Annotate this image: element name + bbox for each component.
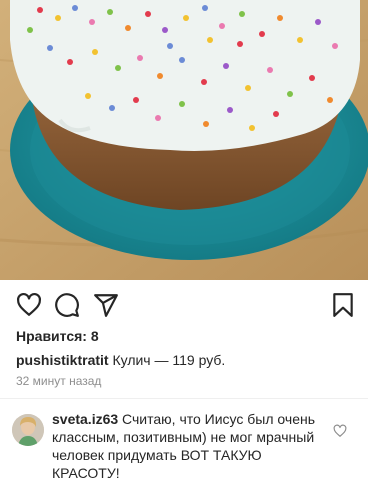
comment-icon[interactable] xyxy=(54,292,80,318)
post-caption: pushistiktratit Кулич — 119 руб. xyxy=(16,351,361,369)
cake-photo xyxy=(0,0,368,280)
share-icon[interactable] xyxy=(93,292,119,318)
comment-text-block: sveta.iz63 Считаю, что Иисус был очень к… xyxy=(52,410,332,482)
post-image[interactable] xyxy=(0,0,368,280)
heart-icon[interactable] xyxy=(16,292,42,318)
avatar[interactable] xyxy=(12,414,44,446)
divider xyxy=(0,398,368,399)
post-timestamp: 32 минут назад xyxy=(16,374,102,388)
comment-heart-icon[interactable] xyxy=(333,424,347,438)
caption-text: Кулич — 119 руб. xyxy=(108,352,226,368)
comment-username[interactable]: sveta.iz63 xyxy=(52,411,118,427)
likes-count[interactable]: Нравится: 8 xyxy=(16,328,99,344)
caption-username[interactable]: pushistiktratit xyxy=(16,352,109,368)
post-action-bar xyxy=(0,280,368,328)
bookmark-icon[interactable] xyxy=(330,292,356,318)
